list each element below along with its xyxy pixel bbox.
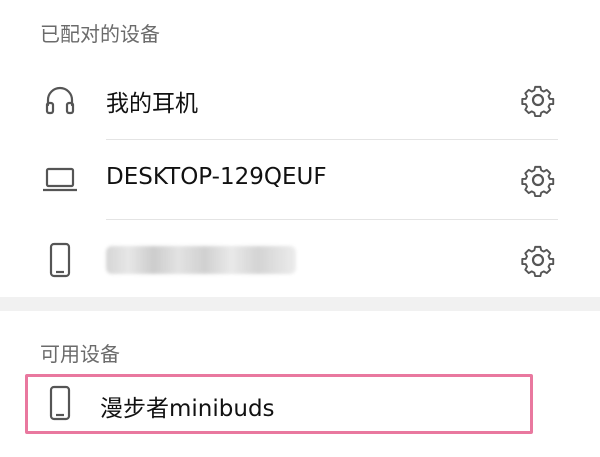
- headphones-icon: [42, 82, 78, 118]
- phone-icon: [42, 242, 78, 278]
- paired-device-row-headphones[interactable]: 我的耳机: [0, 60, 600, 140]
- paired-device-row-phone[interactable]: [0, 220, 600, 300]
- laptop-icon: [42, 162, 78, 198]
- section-separator: [0, 297, 600, 311]
- device-name: 我的耳机: [106, 91, 198, 117]
- highlight-box: [25, 374, 533, 434]
- settings-gear-icon[interactable]: [520, 82, 556, 118]
- blurred-device-name: [106, 246, 296, 274]
- settings-gear-icon[interactable]: [520, 242, 556, 278]
- paired-devices-header: 已配对的设备: [40, 22, 160, 46]
- available-devices-header: 可用设备: [40, 342, 120, 366]
- paired-device-row-desktop[interactable]: DESKTOP-129QEUF: [0, 140, 600, 220]
- settings-gear-icon[interactable]: [520, 162, 556, 198]
- device-name: DESKTOP-129QEUF: [106, 164, 327, 190]
